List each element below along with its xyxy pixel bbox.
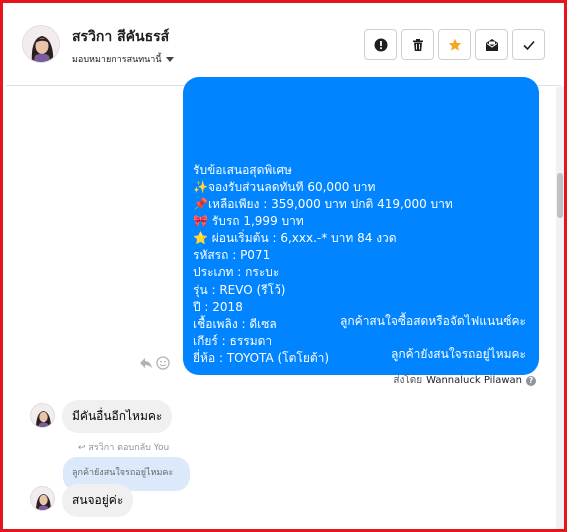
conversation-toolbar bbox=[364, 29, 545, 60]
sent-by-prefix: ส่งโดย bbox=[393, 375, 423, 386]
mark-unread-button[interactable] bbox=[475, 29, 508, 60]
offer-line: ✨จองรับส่วนลดทันที 60,000 บาท bbox=[193, 179, 376, 194]
offer-line: 📌เหลือเพียง : 359,000 บาท ปกติ 419,000 บ… bbox=[193, 197, 453, 212]
contact-avatar-small[interactable] bbox=[30, 486, 55, 511]
chat-scrollbar[interactable] bbox=[556, 87, 564, 529]
mark-done-button[interactable] bbox=[512, 29, 545, 60]
assign-conversation-dropdown[interactable]: มอบหมายการสนทนานี้ bbox=[72, 52, 174, 66]
reply-context-label: ↩ สรวิกา ตอบกลับ You bbox=[78, 440, 169, 454]
app-frame: สรวิกา สีคันธรส์ มอบหมายการสนทนานี้ รับข… bbox=[0, 0, 567, 532]
contact-name: สรวิกา สีคันธรส์ bbox=[72, 29, 170, 45]
sent-by-meta: ส่งโดย Wannaluck Pilawan ? bbox=[393, 373, 536, 388]
message-thread[interactable]: รับข้อเสนอสุดพิเศษ ✨จองรับส่วนลดทันที 60,… bbox=[6, 77, 564, 529]
sent-by-name[interactable]: Wannaluck Pilawan bbox=[426, 375, 522, 386]
envelope-icon bbox=[485, 38, 498, 51]
offer-line: รับข้อเสนอสุดพิเศษ bbox=[193, 162, 292, 177]
offer-line: ประเภท : กระบะ bbox=[193, 265, 280, 280]
delete-button[interactable] bbox=[401, 29, 434, 60]
scrollbar-thumb[interactable] bbox=[557, 173, 563, 218]
mark-spam-button[interactable] bbox=[364, 29, 397, 60]
conversation-header: สรวิกา สีคันธรส์ มอบหมายการสนทนานี้ bbox=[6, 6, 561, 86]
offer-line: 🎀 รับรถ 1,999 บาท bbox=[193, 214, 304, 229]
alert-circle-icon bbox=[374, 38, 387, 51]
trash-icon bbox=[412, 38, 423, 51]
contact-avatar-small[interactable] bbox=[30, 403, 55, 428]
offer-line: รหัสรถ : P071 bbox=[193, 248, 271, 263]
outgoing-message[interactable]: ลูกค้ายังสนใจรถอยู่ไหมคะ bbox=[381, 337, 536, 372]
caret-down-icon bbox=[165, 56, 174, 62]
contact-avatar[interactable] bbox=[22, 25, 60, 63]
incoming-message[interactable]: สนจอยู่ค่ะ bbox=[62, 484, 134, 517]
star-icon bbox=[448, 38, 461, 51]
message-actions bbox=[139, 356, 170, 370]
smiley-icon[interactable] bbox=[156, 356, 170, 370]
star-button[interactable] bbox=[438, 29, 471, 60]
help-icon[interactable]: ? bbox=[526, 375, 536, 386]
incoming-message[interactable]: มีคันอื่นอีกไหมคะ bbox=[62, 400, 173, 433]
offer-line: ⭐ ผ่อนเริ่มต้น : 6,xxx.-* บาท 84 งวด bbox=[193, 231, 397, 246]
assign-label: มอบหมายการสนทนานี้ bbox=[72, 55, 162, 65]
offer-line: รุ่น : REVO (รีโว้) bbox=[193, 282, 286, 297]
check-icon bbox=[522, 40, 535, 50]
outgoing-message[interactable]: ลูกค้าสนใจซื้อสดหรือจัดไฟแนนซ์คะ bbox=[330, 304, 536, 339]
reply-meta-text: สรวิกา ตอบกลับ You bbox=[88, 443, 170, 453]
reply-arrow-icon: ↩ bbox=[78, 443, 86, 453]
reply-icon[interactable] bbox=[139, 356, 153, 370]
